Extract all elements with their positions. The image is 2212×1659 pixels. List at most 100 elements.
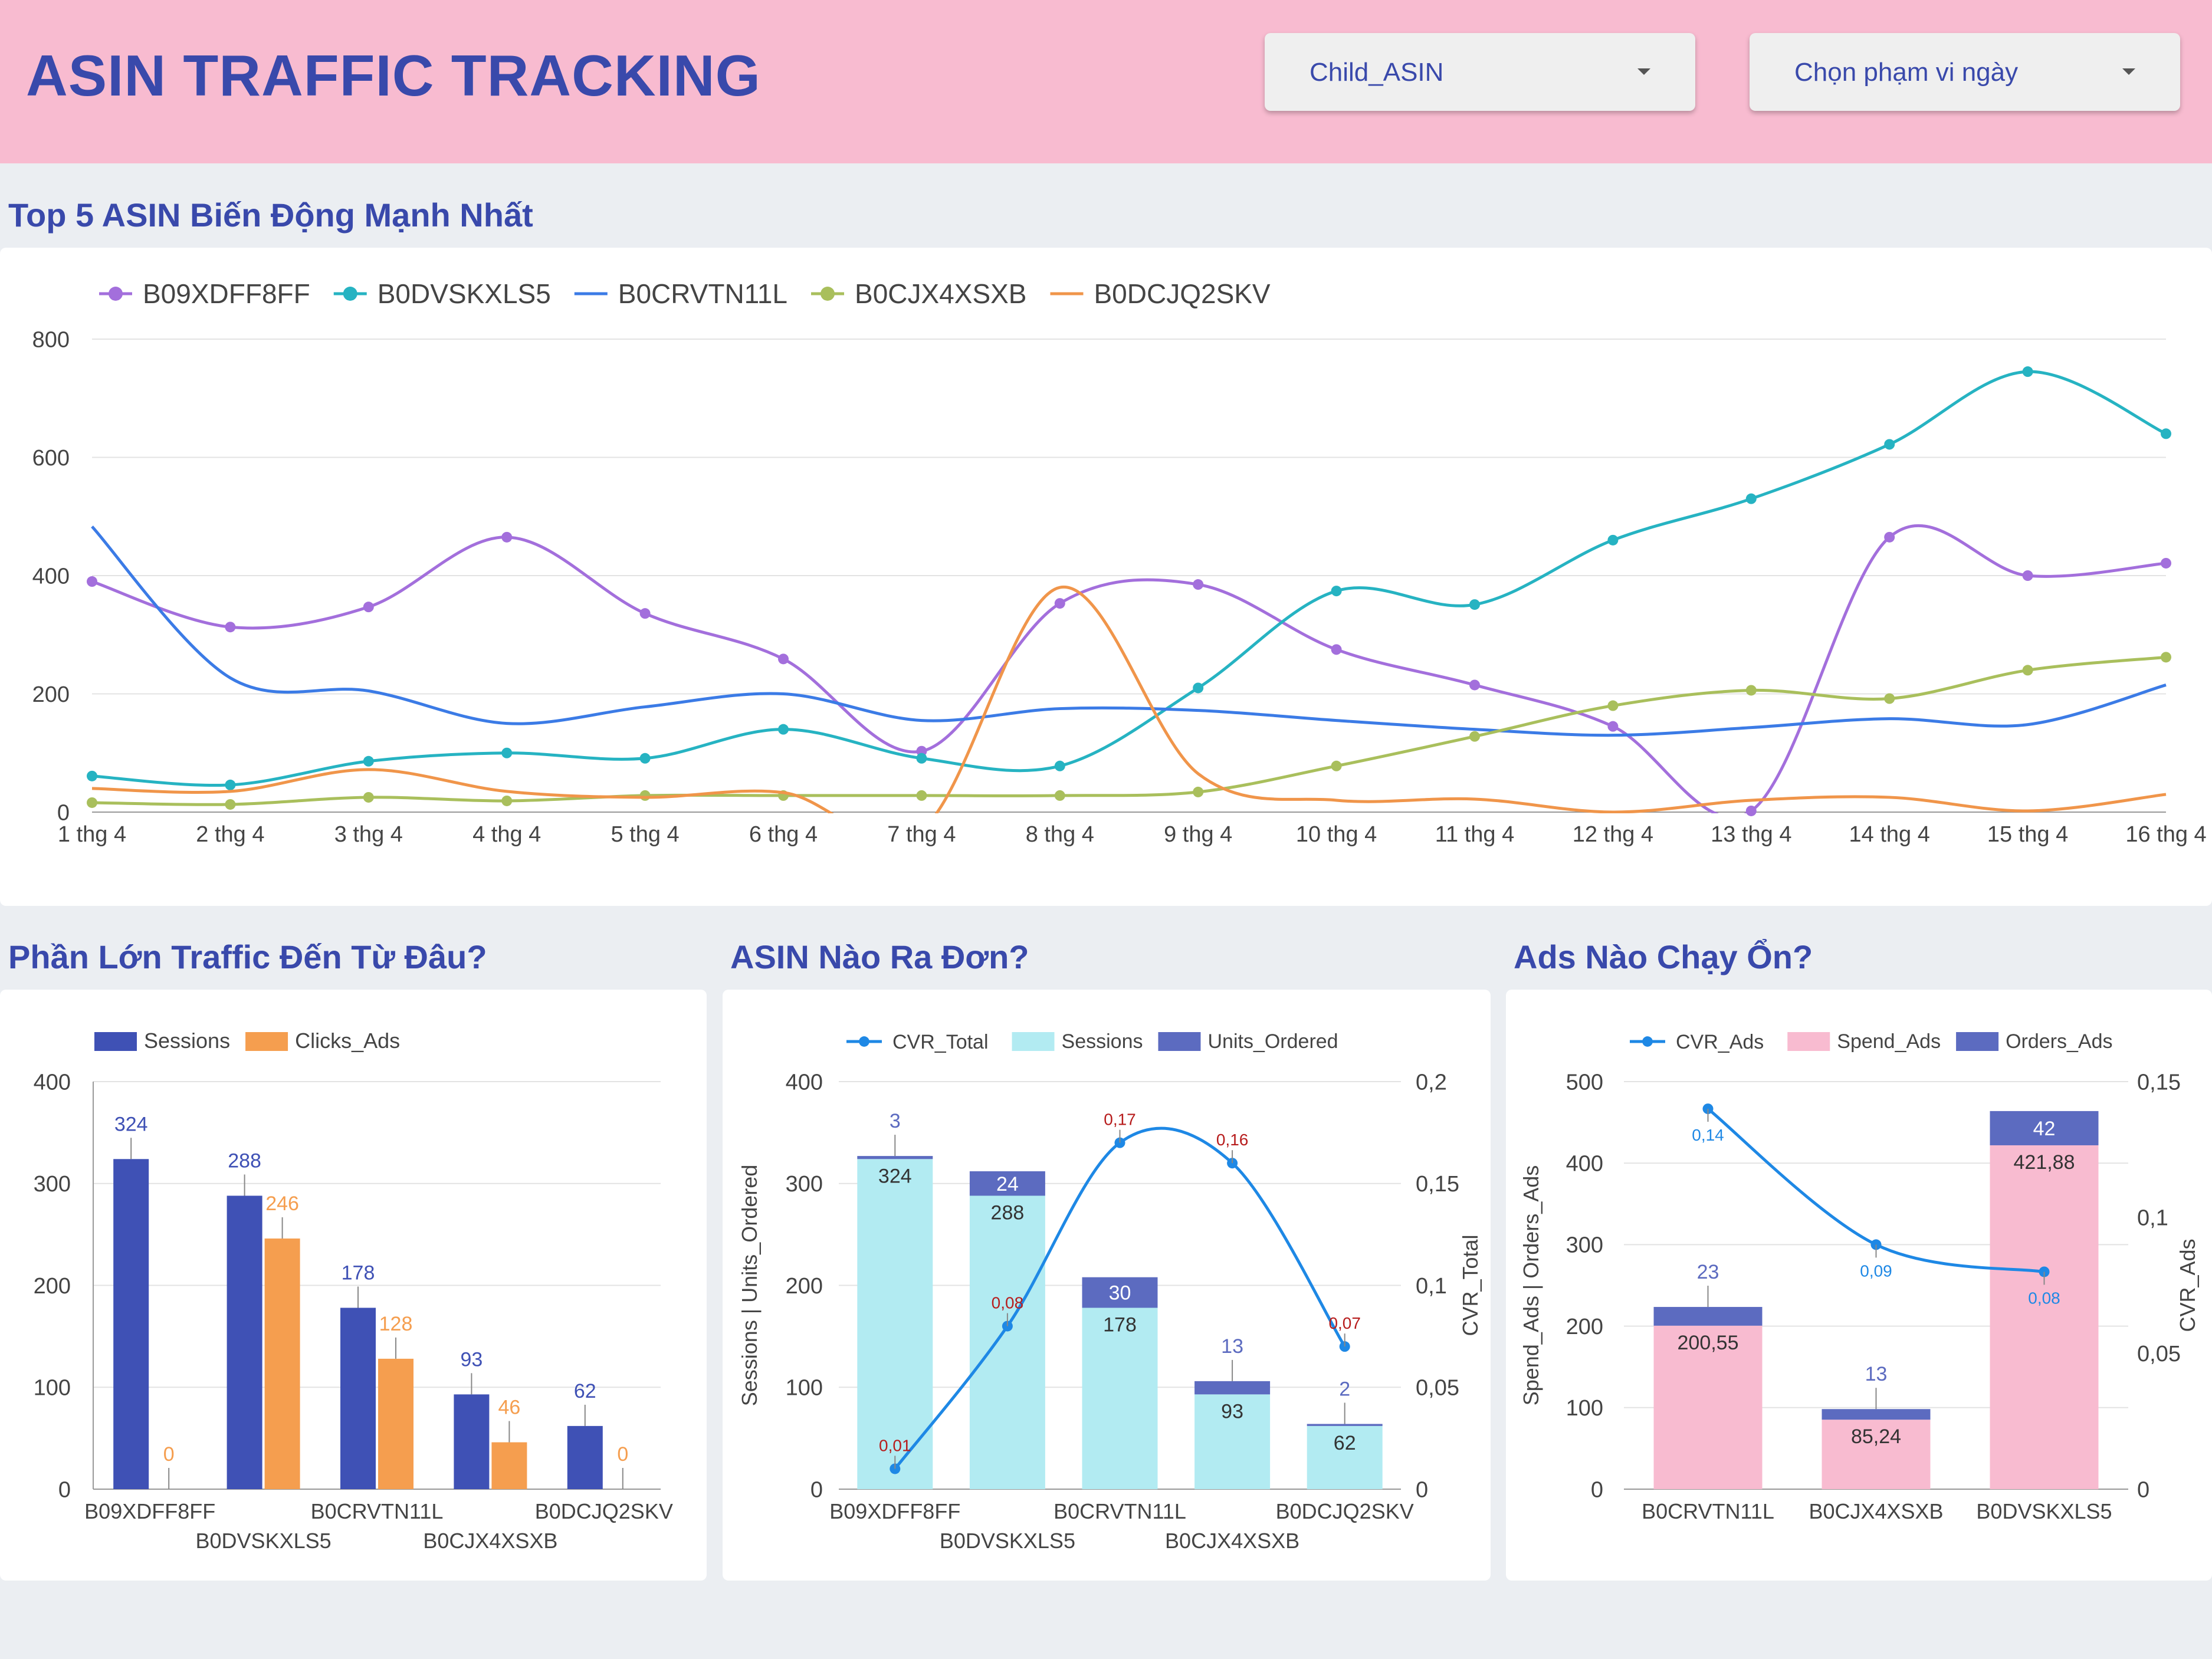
- y-tick-label: 0: [57, 800, 70, 825]
- legend-label: Orders_Ads: [2006, 1030, 2112, 1053]
- x-tick-label: B0CRVTN11L: [1642, 1499, 1774, 1523]
- data-label: 0,14: [1692, 1126, 1724, 1144]
- data-point: [1193, 579, 1204, 590]
- y2-axis-label: CVR_Ads: [2175, 1238, 2200, 1332]
- legend-label: CVR_Ads: [1676, 1031, 1764, 1053]
- data-label: 13: [1865, 1363, 1888, 1385]
- data-point: [1469, 599, 1480, 610]
- data-point: [363, 791, 374, 803]
- x-tick-label: B0DCJQ2SKV: [535, 1499, 673, 1523]
- x-tick-label: 8 thg 4: [1026, 822, 1094, 847]
- data-point: [778, 724, 789, 735]
- legend-marker: [859, 1036, 869, 1047]
- data-label: 42: [2033, 1118, 2056, 1140]
- y-tick-label: 100: [34, 1376, 71, 1401]
- y-tick-label: 400: [786, 1070, 823, 1095]
- bar: [113, 1159, 149, 1489]
- x-tick-label: B0CJX4XSXB: [1809, 1499, 1943, 1523]
- chart4-panel: 0 100 200 300 400 500 0 0,05 0,1 0,15 Spend_Ads | …: [1506, 990, 2212, 1581]
- data-point: [1054, 760, 1065, 771]
- x-tick-label: 9 thg 4: [1164, 822, 1232, 847]
- data-label: 178: [342, 1262, 375, 1285]
- x-tick-label: B0DVSKXLS5: [196, 1529, 332, 1553]
- header-bar: ASIN TRAFFIC TRACKING Child_ASIN Chọn ph…: [0, 0, 2212, 163]
- data-label: 128: [379, 1313, 413, 1335]
- x-tick-label: B0DVSKXLS5: [1976, 1499, 2112, 1523]
- series-line: [91, 586, 2167, 813]
- y-tick-label: 400: [32, 564, 70, 589]
- data-point: [1745, 805, 1757, 816]
- y-tick-label: 0: [1591, 1477, 1603, 1502]
- data-point: [1193, 786, 1204, 797]
- x-tick-label: 5 thg 4: [611, 822, 679, 847]
- data-point: [363, 755, 374, 767]
- data-label: 24: [996, 1173, 1019, 1195]
- legend-marker: [109, 287, 123, 301]
- y-tick-label: 0,15: [2137, 1070, 2181, 1095]
- y-tick-label: 0,05: [1416, 1376, 1459, 1401]
- legend-swatch: [94, 1032, 137, 1051]
- y2-axis-label: CVR_Total: [1458, 1234, 1482, 1336]
- data-label: 13: [1221, 1335, 1243, 1358]
- legend-label: Clicks_Ads: [295, 1029, 400, 1053]
- data-label: 200,55: [1678, 1332, 1739, 1354]
- bar-segment: [1990, 1145, 2099, 1489]
- y-tick-label: 400: [34, 1070, 71, 1095]
- bar-segment: [1307, 1424, 1383, 1426]
- data-label: 30: [1109, 1282, 1131, 1305]
- line-chart-top5-asin: 0 200 400 600 800 1 thg 4 2 thg 4 3 thg 4 4 thg …: [32, 278, 2207, 847]
- data-point: [225, 622, 236, 633]
- date-range-dropdown-label: Chọn phạm vi ngày: [1794, 58, 2019, 87]
- data-point: [639, 790, 651, 801]
- bar: [491, 1442, 527, 1489]
- y-tick-label: 0,05: [2137, 1342, 2181, 1366]
- y-tick-label: 0: [58, 1477, 71, 1502]
- x-tick-label: B0CRVTN11L: [311, 1499, 444, 1523]
- caret-down-icon: [2122, 68, 2135, 75]
- legend-label: Units_Ordered: [1207, 1030, 1338, 1053]
- data-label: 0,01: [879, 1436, 911, 1454]
- bar-segment: [857, 1156, 933, 1159]
- chart2-title: Phần Lớn Traffic Đến Từ Đâu?: [8, 938, 487, 975]
- legend-swatch: [1158, 1032, 1201, 1051]
- y-tick-label: 0,1: [1416, 1274, 1447, 1299]
- data-label: 0,07: [1328, 1314, 1361, 1332]
- chart3-panel: 0 100 200 300 400 0 0,05 0,1 0,15 0,2 Sessions | U…: [723, 990, 1491, 1581]
- y-tick-label: 600: [32, 446, 70, 471]
- data-point: [501, 531, 513, 543]
- data-point: [225, 779, 236, 790]
- legend-label: B09XDFF8FF: [143, 278, 310, 309]
- date-range-dropdown[interactable]: Chọn phạm vi ngày: [1750, 33, 2180, 111]
- data-label: 421,88: [2014, 1151, 2075, 1174]
- legend-label: Spend_Ads: [1837, 1030, 1941, 1053]
- x-tick-label: 16 thg 4: [2125, 822, 2206, 847]
- data-point: [1331, 586, 1342, 597]
- data-point: [2161, 428, 2171, 439]
- bar: [454, 1394, 490, 1489]
- y-tick-label: 0: [2137, 1477, 2149, 1502]
- data-point: [1884, 531, 1895, 543]
- bar: [567, 1425, 603, 1489]
- data-point: [1331, 644, 1342, 655]
- data-point: [87, 770, 97, 781]
- x-tick-label: 15 thg 4: [1987, 822, 2068, 847]
- y-tick-label: 300: [34, 1172, 71, 1197]
- child-asin-dropdown[interactable]: Child_ASIN: [1265, 33, 1695, 111]
- data-label: 0: [163, 1443, 175, 1466]
- data-label: 23: [1697, 1261, 1719, 1283]
- data-point: [2022, 366, 2033, 377]
- page-title: ASIN TRAFFIC TRACKING: [26, 43, 761, 108]
- y-tick-label: 200: [1566, 1315, 1603, 1339]
- x-tick-label: B0CJX4XSXB: [423, 1529, 557, 1553]
- legend-swatch: [1787, 1032, 1830, 1051]
- data-label: 0,08: [2028, 1289, 2060, 1307]
- data-label: 2: [1339, 1378, 1350, 1400]
- data-label: 246: [265, 1192, 299, 1215]
- child-asin-dropdown-label: Child_ASIN: [1310, 58, 1444, 87]
- legend-label: B0CJX4XSXB: [855, 278, 1026, 309]
- bar: [340, 1308, 376, 1489]
- data-label: 0,16: [1216, 1131, 1249, 1149]
- data-label: 93: [1221, 1400, 1243, 1423]
- y-axis-label: Sessions | Units_Ordered: [737, 1165, 762, 1407]
- y-tick-label: 0,1: [2137, 1206, 2168, 1231]
